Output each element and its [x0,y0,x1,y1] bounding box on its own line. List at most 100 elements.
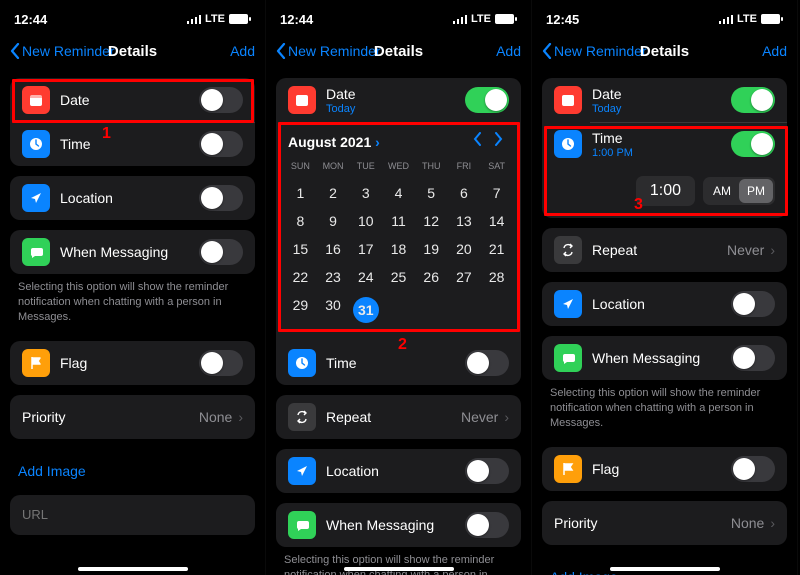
row-date[interactable]: Date [10,78,255,122]
calendar-grid[interactable]: SUNMONTUEWEDTHUFRISAT1234567891011121314… [276,157,521,341]
network-label: LTE [205,13,225,25]
calendar-next[interactable] [488,132,509,151]
home-indicator[interactable] [78,567,188,571]
add-button[interactable]: Add [230,43,255,59]
time-label: Time [60,136,199,152]
calendar-day[interactable]: 9 [317,207,350,235]
add-image-button[interactable]: Add Image [542,555,787,575]
calendar-day[interactable]: 17 [349,235,382,263]
ampm-picker[interactable]: AM PM [703,177,775,205]
calendar-day[interactable]: 23 [317,263,350,291]
date-toggle[interactable] [465,87,509,113]
calendar-day[interactable]: 27 [448,263,481,291]
calendar-day[interactable]: 11 [382,207,415,235]
calendar-day[interactable]: 5 [415,179,448,207]
content: Date Today Time 1:00 PM 1:00 AM PM [532,72,797,575]
calendar-day[interactable]: 8 [284,207,317,235]
calendar-day[interactable]: 31 [349,291,382,329]
calendar-day[interactable]: 20 [448,235,481,263]
calendar-day[interactable]: 30 [317,291,350,329]
date-toggle[interactable] [731,87,775,113]
calendar-day[interactable]: 15 [284,235,317,263]
calendar-day[interactable]: 10 [349,207,382,235]
time-toggle[interactable] [731,131,775,157]
flag-toggle[interactable] [199,350,243,376]
calendar-day[interactable]: 22 [284,263,317,291]
messaging-toggle[interactable] [199,239,243,265]
calendar-day[interactable]: 3 [349,179,382,207]
calendar-day[interactable]: 13 [448,207,481,235]
calendar-icon [554,86,582,114]
calendar-title[interactable]: August 2021 › [288,134,467,150]
row-repeat[interactable]: Repeat Never › [542,228,787,272]
row-location[interactable]: Location [10,176,255,220]
back-button[interactable]: New Reminder [276,43,381,59]
content: Date Time Location When Messaging S [0,72,265,535]
date-sub: Today [326,103,465,115]
flag-toggle[interactable] [731,456,775,482]
home-indicator[interactable] [610,567,720,571]
date-title: Date [592,86,731,102]
add-image-button[interactable]: Add Image [10,449,255,495]
calendar-day[interactable]: 4 [382,179,415,207]
add-button[interactable]: Add [496,43,521,59]
row-priority[interactable]: Priority None › [542,501,787,545]
location-toggle[interactable] [199,185,243,211]
time-value[interactable]: 1:00 [636,176,695,206]
row-flag[interactable]: Flag [542,447,787,491]
row-flag[interactable]: Flag [10,341,255,385]
messaging-toggle[interactable] [731,345,775,371]
calendar-day[interactable]: 6 [448,179,481,207]
calendar-day[interactable]: 18 [382,235,415,263]
calendar-day[interactable]: 16 [317,235,350,263]
back-label: New Reminder [22,43,115,59]
calendar-day[interactable]: 21 [480,235,513,263]
calendar-day[interactable]: 25 [382,263,415,291]
location-toggle[interactable] [731,291,775,317]
row-location[interactable]: Location [276,449,521,493]
messaging-label: When Messaging [592,350,731,366]
row-date[interactable]: Date Today [276,78,521,122]
calendar-day[interactable]: 19 [415,235,448,263]
calendar-day[interactable]: 26 [415,263,448,291]
date-toggle[interactable] [199,87,243,113]
calendar-dow: TUE [349,157,382,179]
am-option[interactable]: AM [705,179,739,203]
calendar-day[interactable]: 2 [317,179,350,207]
add-button[interactable]: Add [762,43,787,59]
messaging-toggle[interactable] [465,512,509,538]
row-messaging[interactable]: When Messaging [10,230,255,274]
row-repeat[interactable]: Repeat Never › [276,395,521,439]
row-location[interactable]: Location [542,282,787,326]
calendar-day[interactable]: 24 [349,263,382,291]
calendar-day[interactable]: 29 [284,291,317,329]
calendar-dow: SUN [284,157,317,179]
calendar-day[interactable]: 28 [480,263,513,291]
row-date[interactable]: Date Today [542,78,787,122]
status-bar: 12:44 LTE [0,0,265,30]
home-indicator[interactable] [344,567,454,571]
url-input[interactable] [22,507,243,522]
row-url[interactable] [10,495,255,535]
pm-option[interactable]: PM [739,179,773,203]
priority-label: Priority [22,409,199,425]
calendar-day[interactable]: 14 [480,207,513,235]
calendar-dow: MON [317,157,350,179]
nav-title: Details [640,43,689,60]
calendar-day[interactable]: 7 [480,179,513,207]
back-button[interactable]: New Reminder [542,43,647,59]
calendar-prev[interactable] [467,132,488,151]
row-messaging[interactable]: When Messaging [542,336,787,380]
date-label: Date [60,92,199,108]
calendar-day[interactable]: 12 [415,207,448,235]
calendar-dow: FRI [448,157,481,179]
row-time[interactable]: Time 1:00 PM [542,122,787,166]
row-priority[interactable]: Priority None › [10,395,255,439]
location-toggle[interactable] [465,458,509,484]
back-button[interactable]: New Reminder [10,43,115,59]
row-messaging[interactable]: When Messaging [276,503,521,547]
time-toggle[interactable] [465,350,509,376]
calendar-day[interactable]: 1 [284,179,317,207]
time-toggle[interactable] [199,131,243,157]
row-time[interactable]: Time [10,122,255,166]
